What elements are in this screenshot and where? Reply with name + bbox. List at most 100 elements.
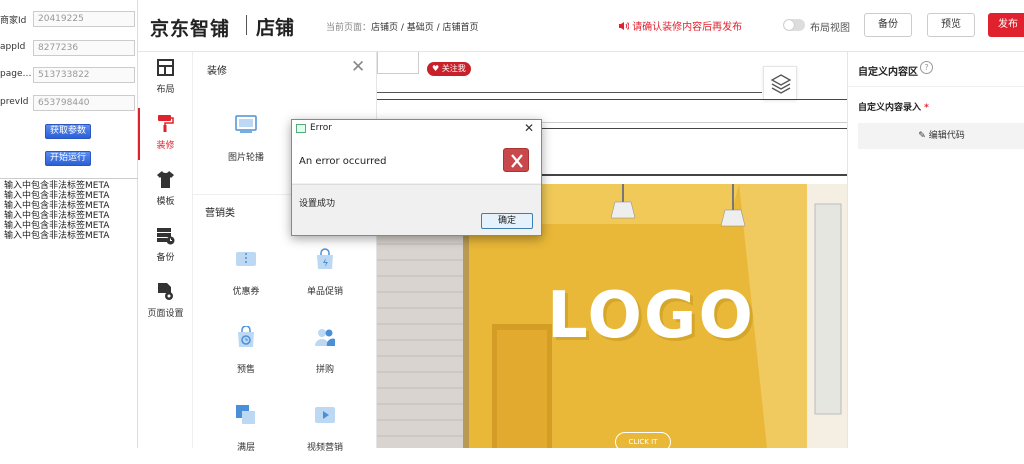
properties-panel: 自定义内容区 ? 自定义内容录入 * ✎ 编辑代码 (847, 52, 1024, 448)
ok-button[interactable]: 确定 (481, 213, 533, 229)
paint-roller-icon (158, 115, 174, 132)
app-icon (296, 124, 306, 133)
nav-label: 页面设置 (147, 309, 184, 319)
dialog-title: Error (310, 123, 332, 133)
merchant-id-input[interactable]: 20419225 (33, 11, 135, 27)
error-dialog: Error ✕ An error occurred 设置成功 确定 (291, 119, 542, 236)
logo-placeholder: LOGO (547, 279, 755, 353)
nav-label: 装修 (156, 141, 175, 151)
log-output: 输入中包含非法标签META 输入中包含非法标签META 输入中包含非法标签MET… (0, 178, 138, 448)
nav-label: 备份 (156, 253, 175, 263)
layout-view-toggle[interactable] (783, 19, 805, 31)
component-label: 图片轮播 (227, 153, 264, 163)
properties-title: 自定义内容区 (858, 67, 918, 78)
required-mark: * (924, 103, 929, 113)
app-id-input[interactable]: 8277236 (33, 40, 135, 56)
layers-icon (770, 74, 792, 94)
component-label: 拼购 (315, 365, 334, 375)
param-row-prev-id: prevId 653798440 (0, 95, 138, 113)
param-row-merchant-id: 商家Id 20419225 (0, 11, 138, 29)
log-line: 输入中包含非法标签META (4, 181, 110, 191)
param-label: appId (0, 42, 26, 52)
publish-warning: 请确认装修内容后再发布 (618, 18, 742, 33)
log-line: 输入中包含非法标签META (4, 201, 110, 211)
error-icon (503, 148, 529, 172)
component-tiers[interactable]: 满层 (211, 404, 281, 464)
param-label: prevId (0, 97, 29, 107)
param-row-app-id: appId 8277236 (0, 40, 138, 58)
coupon-icon (236, 252, 256, 266)
log-line: 输入中包含非法标签META (4, 221, 110, 231)
dialog-message-area: An error occurred (292, 138, 541, 183)
breadcrumb: 当前页面：店铺页 / 基础页 / 店铺首页 (326, 20, 479, 33)
nav-label: 模板 (156, 197, 175, 207)
layout-view-label: 布局视图 (810, 23, 850, 34)
top-header: 京东智铺 店铺 当前页面：店铺页 / 基础页 / 店铺首页 请确认装修内容后再发… (138, 0, 1024, 52)
speaker-icon (619, 22, 630, 30)
design-canvas[interactable]: ♥ 关注我 LOGO CLICK IT (377, 52, 847, 448)
param-label: 商家Id (0, 16, 27, 26)
layout-icon (157, 59, 174, 76)
component-group-buy[interactable]: 拼购 (290, 326, 360, 386)
preview-button[interactable]: 预览 (927, 13, 975, 37)
image-carousel-icon (235, 115, 257, 133)
shirt-icon (157, 171, 174, 188)
nav-item-backup[interactable]: 备份 (138, 220, 193, 272)
backup-button[interactable]: 备份 (864, 13, 912, 37)
nav-bar-line (377, 92, 762, 93)
icon-nav: 布局 装修 模板 备份 页面设置 (138, 52, 193, 448)
publish-warning-text: 请确认装修内容后再发布 (632, 22, 743, 33)
help-icon[interactable]: ? (920, 61, 933, 74)
edit-code-button[interactable]: ✎ 编辑代码 (858, 123, 1024, 149)
nav-label: 布局 (156, 85, 175, 95)
edit-icon: ✎ (918, 131, 926, 141)
publish-button[interactable]: 发布 (988, 13, 1024, 37)
component-label: 视频营销 (306, 443, 343, 453)
log-line: 输入中包含非法标签META (4, 191, 110, 201)
component-label: 预售 (236, 365, 255, 375)
nav-item-layout[interactable]: 布局 (138, 52, 193, 104)
get-params-button[interactable]: 获取参数 (45, 124, 91, 139)
nav-item-template[interactable]: 模板 (138, 164, 193, 216)
prev-id-input[interactable]: 653798440 (33, 95, 135, 111)
page-settings-icon (158, 283, 173, 300)
marketing-section-title: 营销类 (205, 208, 235, 219)
component-panel: 装修 ✕ 图片轮播 营销类 优惠券 单品促销 预售 拼购 满层 视频营销 (193, 52, 377, 453)
canvas-page: ♥ 关注我 LOGO CLICK IT (377, 52, 847, 448)
follow-badge-label: 关注我 (441, 64, 466, 73)
layers-button[interactable] (763, 66, 797, 100)
component-label: 满层 (236, 443, 255, 453)
component-presale[interactable]: 预售 (211, 326, 281, 386)
nav-item-decorate[interactable]: 装修 (138, 108, 193, 160)
dialog-titlebar[interactable]: Error ✕ (292, 120, 541, 138)
component-panel-title: 装修 (207, 66, 227, 77)
component-video[interactable]: 视频营销 (290, 404, 360, 464)
follow-badge[interactable]: ♥ 关注我 (427, 62, 471, 76)
page-id-input[interactable]: 513733822 (33, 67, 135, 83)
component-image-carousel[interactable]: 图片轮播 (211, 114, 281, 174)
click-it-button[interactable]: CLICK IT (615, 432, 671, 448)
breadcrumb-prefix: 当前页面： (326, 23, 372, 33)
content-input-label: 自定义内容录入 * (858, 100, 929, 113)
promo-bag-icon (317, 248, 333, 269)
component-single-promo[interactable]: 单品促销 (290, 248, 360, 308)
component-label: 优惠券 (232, 287, 260, 297)
backup-icon (157, 228, 175, 245)
close-icon[interactable]: ✕ (351, 57, 365, 77)
divider (848, 86, 1024, 87)
brand-divider (246, 15, 247, 35)
presale-icon (238, 326, 254, 347)
nav-bar-line (377, 99, 847, 100)
param-row-page-id: pageI... 513733822 (0, 67, 138, 85)
log-line: 输入中包含非法标签META (4, 231, 110, 241)
tiers-icon (236, 405, 255, 424)
content-input-label-text: 自定义内容录入 (858, 103, 922, 113)
component-coupon[interactable]: 优惠券 (211, 248, 281, 308)
run-button[interactable]: 开始运行 (45, 151, 91, 166)
heart-icon: ♥ (432, 64, 440, 73)
close-icon[interactable]: ✕ (524, 121, 534, 135)
breadcrumb-path[interactable]: 店铺页 / 基础页 / 店铺首页 (371, 23, 479, 33)
nav-item-page-settings[interactable]: 页面设置 (138, 276, 193, 328)
store-title: 店铺 (256, 17, 295, 39)
store-logo-slot[interactable] (377, 52, 419, 74)
